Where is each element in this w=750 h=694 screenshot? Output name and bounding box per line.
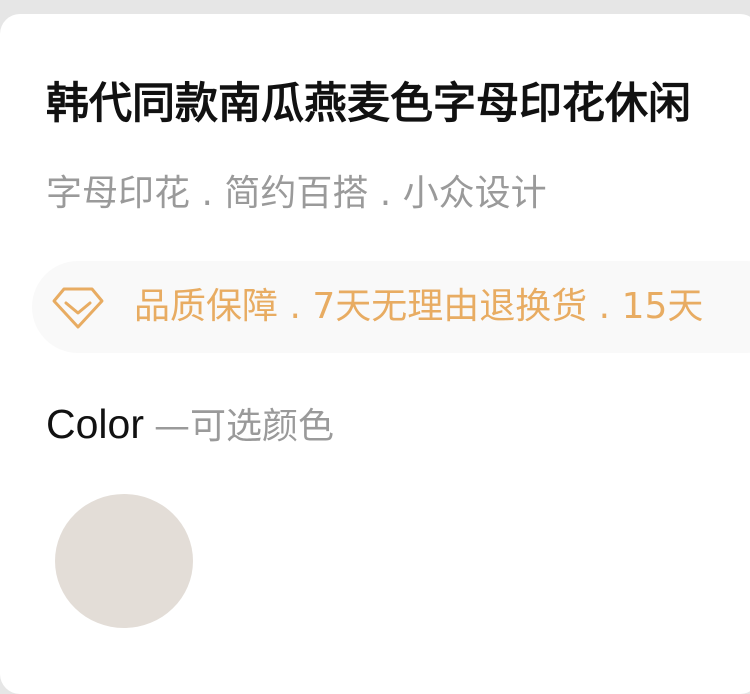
color-swatch[interactable] bbox=[55, 494, 193, 628]
product-info-sheet: 韩代同款南瓜燕麦色字母印花休闲 字母印花 . 简约百搭 . 小众设计 品质保障 … bbox=[0, 14, 750, 694]
product-title: 韩代同款南瓜燕麦色字母印花休闲 bbox=[46, 79, 691, 129]
color-heading: Color —可选颜色 bbox=[46, 398, 334, 459]
guarantee-banner: 品质保障 . 7天无理由退换货 . 15天 bbox=[32, 261, 750, 353]
color-sublabel: —可选颜色 bbox=[153, 406, 334, 447]
product-subtitle: 字母印花 . 简约百搭 . 小众设计 bbox=[46, 173, 547, 214]
diamond-icon bbox=[50, 279, 106, 335]
color-label: Color bbox=[46, 401, 144, 447]
guarantee-text: 品质保障 . 7天无理由退换货 . 15天 bbox=[134, 286, 704, 327]
